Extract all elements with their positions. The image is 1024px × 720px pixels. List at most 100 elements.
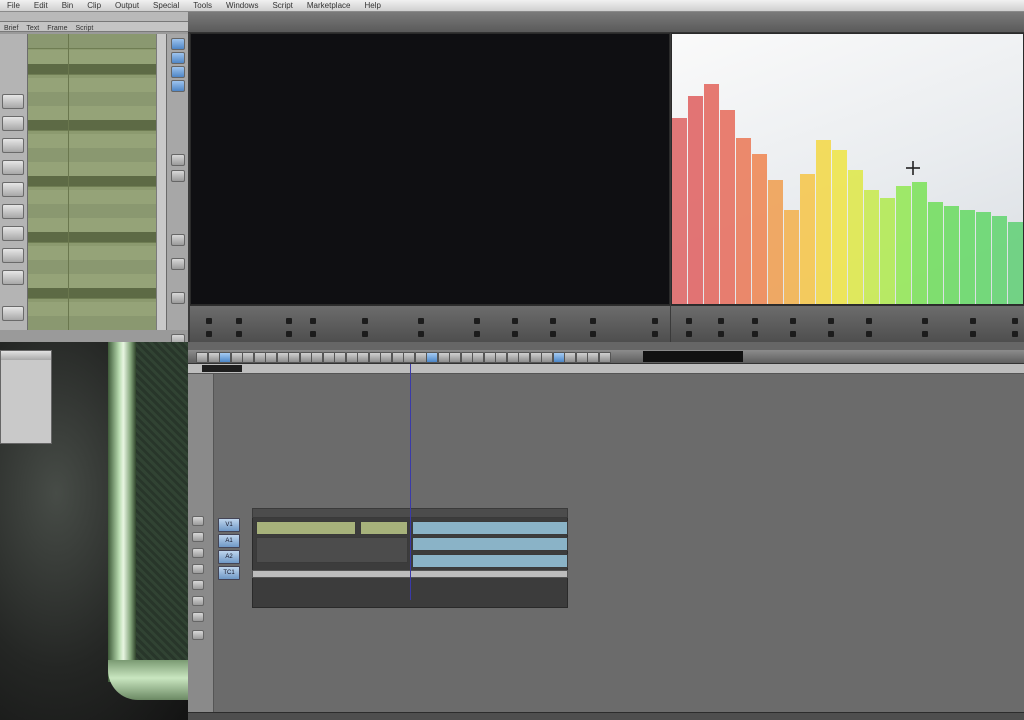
transport-button[interactable] — [474, 318, 480, 324]
playhead[interactable] — [410, 364, 411, 600]
transport-button[interactable] — [718, 318, 724, 324]
transport-button[interactable] — [236, 318, 242, 324]
transport-button[interactable] — [512, 318, 518, 324]
transport-button[interactable] — [418, 318, 424, 324]
timeline-tool-button[interactable] — [587, 352, 599, 363]
track-selector-tc1[interactable]: TC1 — [218, 566, 240, 580]
bin-tool-button[interactable] — [171, 170, 185, 182]
transport-button[interactable] — [206, 318, 212, 324]
transport-button[interactable] — [590, 318, 596, 324]
menu-item-help[interactable]: Help — [357, 0, 387, 12]
timeline-tool-button[interactable] — [495, 352, 507, 363]
track-control-button[interactable] — [192, 516, 204, 526]
transport-button[interactable] — [310, 331, 316, 337]
bin-tool-button[interactable] — [171, 292, 185, 304]
menu-item-bin[interactable]: Bin — [55, 0, 81, 12]
video-clip[interactable] — [256, 521, 356, 535]
transport-button[interactable] — [828, 318, 834, 324]
timeline-tool-button[interactable] — [230, 352, 243, 363]
transport-button[interactable] — [790, 318, 796, 324]
transport-button[interactable] — [1012, 331, 1018, 337]
timeline-tool-button[interactable] — [357, 352, 369, 363]
bin-side-button[interactable] — [2, 182, 24, 197]
transport-button[interactable] — [790, 331, 796, 337]
timeline-tool-button[interactable] — [472, 352, 484, 363]
transport-button[interactable] — [866, 331, 872, 337]
timeline-tool-button[interactable] — [219, 352, 231, 363]
transport-button[interactable] — [828, 331, 834, 337]
timeline-tool-button[interactable] — [541, 352, 553, 363]
track-control-button[interactable] — [192, 596, 204, 606]
bin-tool-button[interactable] — [171, 38, 185, 50]
timeline-tool-button[interactable] — [564, 352, 576, 363]
bin-row[interactable] — [28, 148, 156, 163]
bin-row[interactable] — [28, 78, 156, 93]
track-control-button[interactable] — [192, 580, 204, 590]
timeline-tool-button[interactable] — [322, 352, 335, 363]
timeline-tool-button[interactable] — [299, 352, 312, 363]
timeline-tool-button[interactable] — [449, 352, 461, 363]
bin-row[interactable] — [28, 162, 156, 177]
timeline-tool-button[interactable] — [276, 352, 289, 363]
transport-button[interactable] — [922, 331, 928, 337]
menu-item-script[interactable]: Script — [265, 0, 299, 12]
timeline-tool-button[interactable] — [460, 352, 473, 363]
audio-clip[interactable] — [412, 521, 568, 535]
small-dialog-window[interactable] — [0, 350, 52, 444]
bin-row[interactable] — [28, 260, 156, 275]
timeline-tool-button[interactable] — [391, 352, 404, 363]
track-control-button[interactable] — [192, 612, 204, 622]
timeline-tool-button[interactable] — [426, 352, 438, 363]
transport-button[interactable] — [206, 331, 212, 337]
bin-side-button[interactable] — [2, 306, 24, 321]
video-clip[interactable] — [360, 521, 408, 535]
timeline-tool-button[interactable] — [345, 352, 358, 363]
transport-button[interactable] — [970, 318, 976, 324]
transport-button[interactable] — [474, 331, 480, 337]
timeline-tool-button[interactable] — [288, 352, 300, 363]
transport-button[interactable] — [686, 331, 692, 337]
bin-row[interactable] — [28, 120, 156, 131]
bin-row[interactable] — [28, 92, 156, 107]
bin-row[interactable] — [28, 218, 156, 233]
timeline-tool-button[interactable] — [403, 352, 415, 363]
menu-item-clip[interactable]: Clip — [80, 0, 108, 12]
bin-tab-script[interactable]: Script — [71, 24, 97, 34]
transport-button[interactable] — [652, 331, 658, 337]
bin-tool-button[interactable] — [171, 234, 185, 246]
bin-row[interactable] — [28, 232, 156, 243]
menu-item-windows[interactable]: Windows — [219, 0, 265, 12]
timeline-tool-button[interactable] — [506, 352, 519, 363]
bin-row[interactable] — [28, 302, 156, 317]
bin-tool-button[interactable] — [171, 80, 185, 92]
small-dialog-title[interactable] — [1, 351, 51, 360]
transport-button[interactable] — [970, 331, 976, 337]
menu-item-marketplace[interactable]: Marketplace — [300, 0, 358, 12]
timeline-ruler[interactable] — [188, 364, 1024, 374]
timeline-tool-button[interactable] — [334, 352, 346, 363]
bin-tab-text[interactable]: Text — [22, 24, 43, 34]
bin-row[interactable] — [28, 190, 156, 205]
timeline-tool-button[interactable] — [265, 352, 277, 363]
transport-button[interactable] — [286, 318, 292, 324]
bin-row[interactable] — [28, 64, 156, 75]
transport-button[interactable] — [310, 318, 316, 324]
bin-side-button[interactable] — [2, 116, 24, 131]
bin-row[interactable] — [28, 50, 156, 65]
bin-list[interactable] — [28, 34, 156, 330]
timeline-tool-button[interactable] — [207, 352, 220, 363]
transport-button[interactable] — [686, 318, 692, 324]
track-selector-a1[interactable]: A1 — [218, 534, 240, 548]
bin-tab-frame[interactable]: Frame — [43, 24, 71, 34]
bin-row[interactable] — [28, 106, 156, 121]
transport-button[interactable] — [866, 318, 872, 324]
track-selector-a2[interactable]: A2 — [218, 550, 240, 564]
timeline-track-area[interactable] — [214, 374, 1024, 720]
timeline-tool-button[interactable] — [242, 352, 254, 363]
bin-row[interactable] — [28, 34, 156, 49]
bin-row[interactable] — [28, 176, 156, 187]
track-control-button[interactable] — [192, 564, 204, 574]
transport-button[interactable] — [1012, 318, 1018, 324]
timeline-tool-button[interactable] — [437, 352, 450, 363]
transport-button[interactable] — [752, 331, 758, 337]
